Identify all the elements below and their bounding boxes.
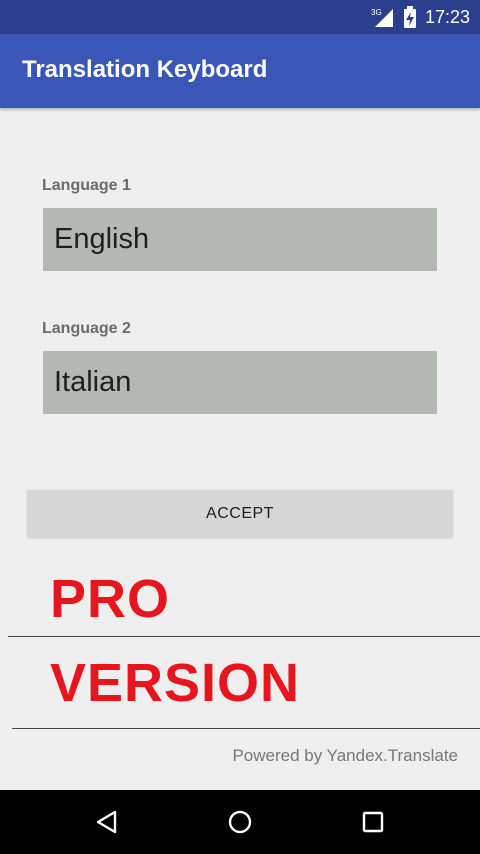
battery-charging-icon [403, 6, 417, 28]
recents-square-icon [362, 811, 384, 833]
app-bar: Translation Keyboard [0, 34, 480, 108]
promo-version-text: VERSION [50, 653, 301, 713]
powered-by-text: Powered by Yandex.Translate [232, 746, 458, 765]
promo-pro-text: PRO [50, 569, 171, 629]
language1-value: English [54, 223, 150, 255]
language1-label: Language 1 [42, 177, 131, 194]
promo-divider-bottom [12, 728, 480, 729]
promo-divider-top [8, 636, 480, 637]
signal-3g-icon: 3G [371, 7, 395, 27]
accept-button[interactable]: ACCEPT [27, 490, 453, 537]
navigation-bar [0, 790, 480, 854]
status-time: 17:23 [424, 6, 470, 27]
recents-button[interactable] [333, 790, 413, 854]
status-indicators: 3G 17:23 [371, 0, 470, 34]
language1-selector[interactable]: English [43, 208, 437, 271]
back-button[interactable] [67, 790, 147, 854]
home-button[interactable] [200, 790, 280, 854]
status-bar: 3G 17:23 [0, 0, 480, 34]
home-circle-icon [228, 810, 252, 834]
back-triangle-icon [96, 810, 117, 834]
language2-selector[interactable]: Italian [43, 351, 437, 414]
app-title: Translation Keyboard [22, 56, 268, 83]
language2-label: Language 2 [42, 320, 131, 337]
language2-value: Italian [54, 366, 132, 398]
network-type-text: 3G [371, 8, 382, 17]
